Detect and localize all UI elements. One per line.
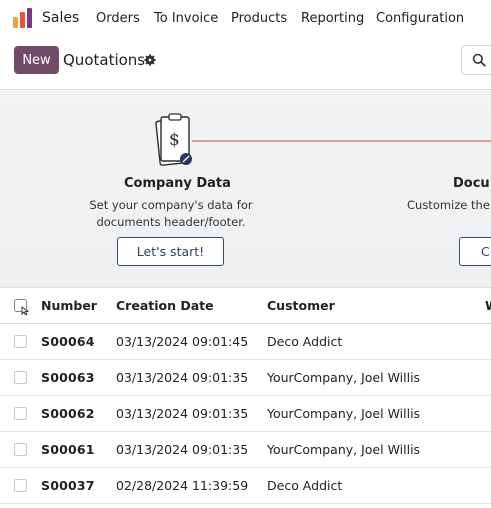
customer-name: Deco Addict <box>267 478 343 493</box>
document-layout-button[interactable]: C <box>459 237 491 266</box>
quotation-number: S00063 <box>41 370 95 385</box>
table-row[interactable]: S00037 02/28/2024 11:39:59 Deco Addict <box>0 468 491 504</box>
menu-products[interactable]: Products <box>231 11 287 26</box>
table-row[interactable]: S00064 03/13/2024 09:01:45 Deco Addict <box>0 324 491 360</box>
app-name[interactable]: Sales <box>42 10 79 26</box>
table-row[interactable]: S00061 03/13/2024 09:01:35 YourCompany, … <box>0 432 491 468</box>
select-all-checkbox[interactable] <box>14 299 30 315</box>
onboarding-panel: $ Company Data Set your company's data f… <box>0 90 491 288</box>
breadcrumb: Quotations <box>63 51 146 69</box>
sales-app-icon[interactable] <box>13 8 33 28</box>
column-number[interactable]: Number <box>41 298 97 313</box>
menu-reporting[interactable]: Reporting <box>301 11 364 26</box>
creation-date: 03/13/2024 09:01:45 <box>116 334 249 349</box>
row-checkbox[interactable] <box>14 335 27 348</box>
step-company-data-title: Company Data <box>124 176 231 191</box>
menu-configuration[interactable]: Configuration <box>376 11 464 26</box>
svg-text:$: $ <box>169 130 180 150</box>
onboarding-progress-line <box>192 140 491 142</box>
column-creation-date[interactable]: Creation Date <box>116 298 214 313</box>
menu-orders[interactable]: Orders <box>96 11 140 26</box>
company-document-icon: $ <box>155 113 192 166</box>
row-checkbox[interactable] <box>14 443 27 456</box>
quotations-table: Number Creation Date Customer W S00064 0… <box>0 288 491 504</box>
column-website[interactable]: W <box>485 298 491 313</box>
quotation-number: S00037 <box>41 478 95 493</box>
search-button[interactable] <box>461 45 491 75</box>
step-document-description: Customize the l <box>407 197 491 214</box>
customer-name: YourCompany, Joel Willis <box>267 370 421 385</box>
gear-icon[interactable] <box>143 53 157 67</box>
row-checkbox[interactable] <box>14 479 27 492</box>
table-header: Number Creation Date Customer W <box>0 288 491 324</box>
row-checkbox[interactable] <box>14 371 27 384</box>
lets-start-button[interactable]: Let's start! <box>117 237 224 266</box>
customer-name: YourCompany, Joel Willis <box>267 442 421 457</box>
creation-date: 03/13/2024 09:01:35 <box>116 370 249 385</box>
row-checkbox[interactable] <box>14 407 27 420</box>
creation-date: 03/13/2024 09:01:35 <box>116 442 249 457</box>
creation-date: 03/13/2024 09:01:35 <box>116 406 249 421</box>
step-company-data-desc-line1: Set your company's data for <box>89 198 253 212</box>
customer-name: YourCompany, Joel Willis <box>267 406 421 421</box>
control-panel: New Quotations <box>0 38 491 90</box>
search-icon <box>472 53 486 67</box>
step-company-data-desc-line2: documents header/footer. <box>96 215 246 229</box>
top-navbar: Sales Orders To Invoice Products Reporti… <box>0 0 491 38</box>
quotation-number: S00061 <box>41 442 95 457</box>
step-document-title: Docu <box>453 176 490 191</box>
table-row[interactable]: S00062 03/13/2024 09:01:35 YourCompany, … <box>0 396 491 432</box>
quotation-number: S00062 <box>41 406 95 421</box>
quotation-number: S00064 <box>41 334 95 349</box>
table-row[interactable]: S00063 03/13/2024 09:01:35 YourCompany, … <box>0 360 491 396</box>
new-button[interactable]: New <box>14 46 59 74</box>
customer-name: Deco Addict <box>267 334 343 349</box>
menu-to-invoice[interactable]: To Invoice <box>154 11 218 26</box>
column-customer[interactable]: Customer <box>267 298 335 313</box>
step-company-data-description: Set your company's data for documents he… <box>86 197 256 231</box>
creation-date: 02/28/2024 11:39:59 <box>116 478 249 493</box>
step-document-desc-line1: Customize the l <box>407 198 491 212</box>
